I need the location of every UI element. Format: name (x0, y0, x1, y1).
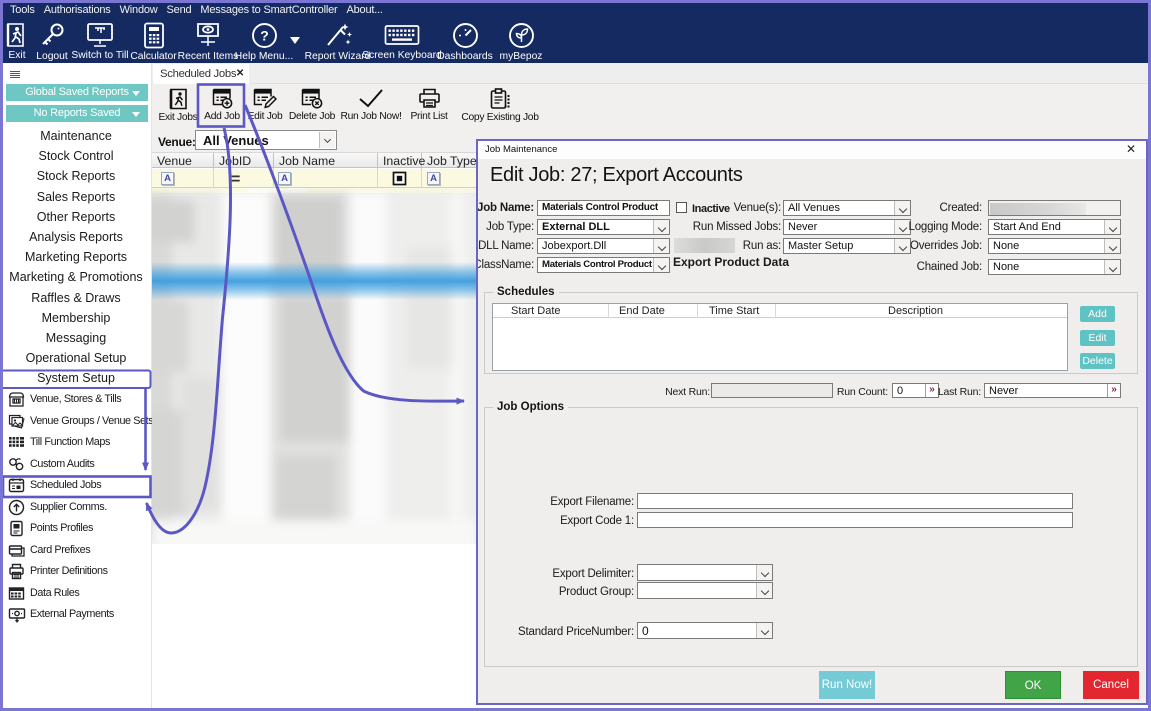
svg-text:?: ? (260, 28, 269, 44)
